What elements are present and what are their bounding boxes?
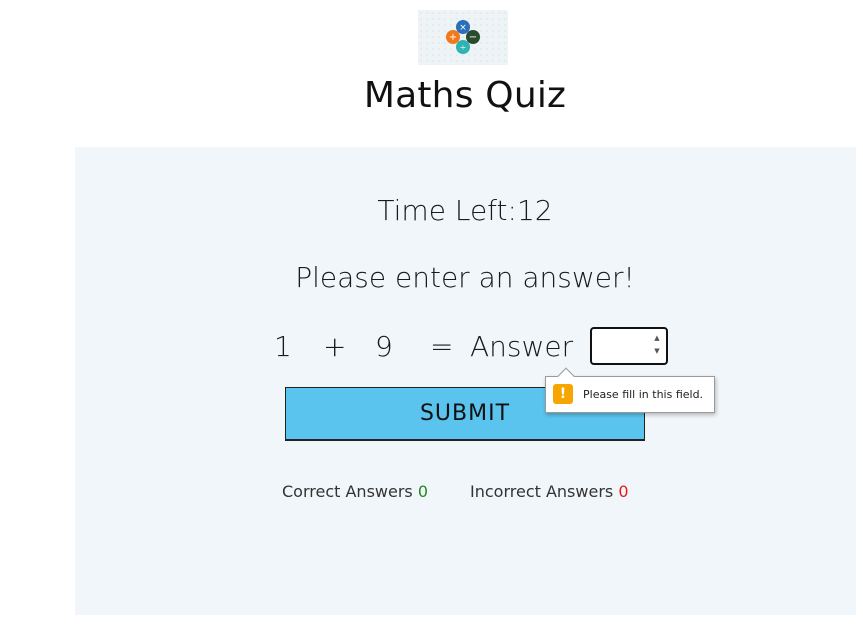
svg-text:÷: ÷	[460, 43, 467, 52]
validation-tooltip: ! Please fill in this field.	[545, 367, 715, 413]
logo: × + − ÷	[418, 10, 508, 65]
incorrect-answers: Incorrect Answers 0	[470, 482, 629, 501]
correct-answers-label: Correct Answers	[282, 482, 413, 501]
math-operators-icon: × + − ÷	[446, 20, 480, 54]
quiz-page: × + − ÷ Maths Quiz Time Left:12 Please e…	[0, 0, 863, 627]
spinner-down-icon[interactable]: ▼	[651, 345, 663, 358]
equals-sign: =	[430, 330, 454, 363]
answer-label: Answer	[470, 330, 574, 363]
svg-text:×: ×	[459, 23, 467, 33]
svg-text:−: −	[469, 32, 477, 43]
incorrect-answers-count: 0	[618, 482, 629, 501]
correct-answers: Correct Answers 0	[282, 482, 428, 501]
incorrect-answers-label: Incorrect Answers	[470, 482, 614, 501]
spinner-up-icon[interactable]: ▲	[651, 332, 663, 345]
exclamation-icon: !	[553, 384, 573, 404]
operator: +	[323, 330, 347, 363]
tooltip-text: Please fill in this field.	[583, 388, 704, 401]
number-spinner[interactable]: ▲ ▼	[651, 332, 663, 360]
time-left: Time Left:12	[377, 194, 553, 227]
page-title: Maths Quiz	[363, 75, 567, 116]
svg-text:+: +	[449, 32, 457, 43]
operand-a: 1	[274, 330, 292, 363]
correct-answers-count: 0	[417, 482, 429, 501]
quiz-message: Please enter an answer!	[295, 261, 635, 294]
answer-input[interactable]: ▲ ▼	[590, 327, 668, 365]
operand-b: 9	[375, 330, 393, 363]
